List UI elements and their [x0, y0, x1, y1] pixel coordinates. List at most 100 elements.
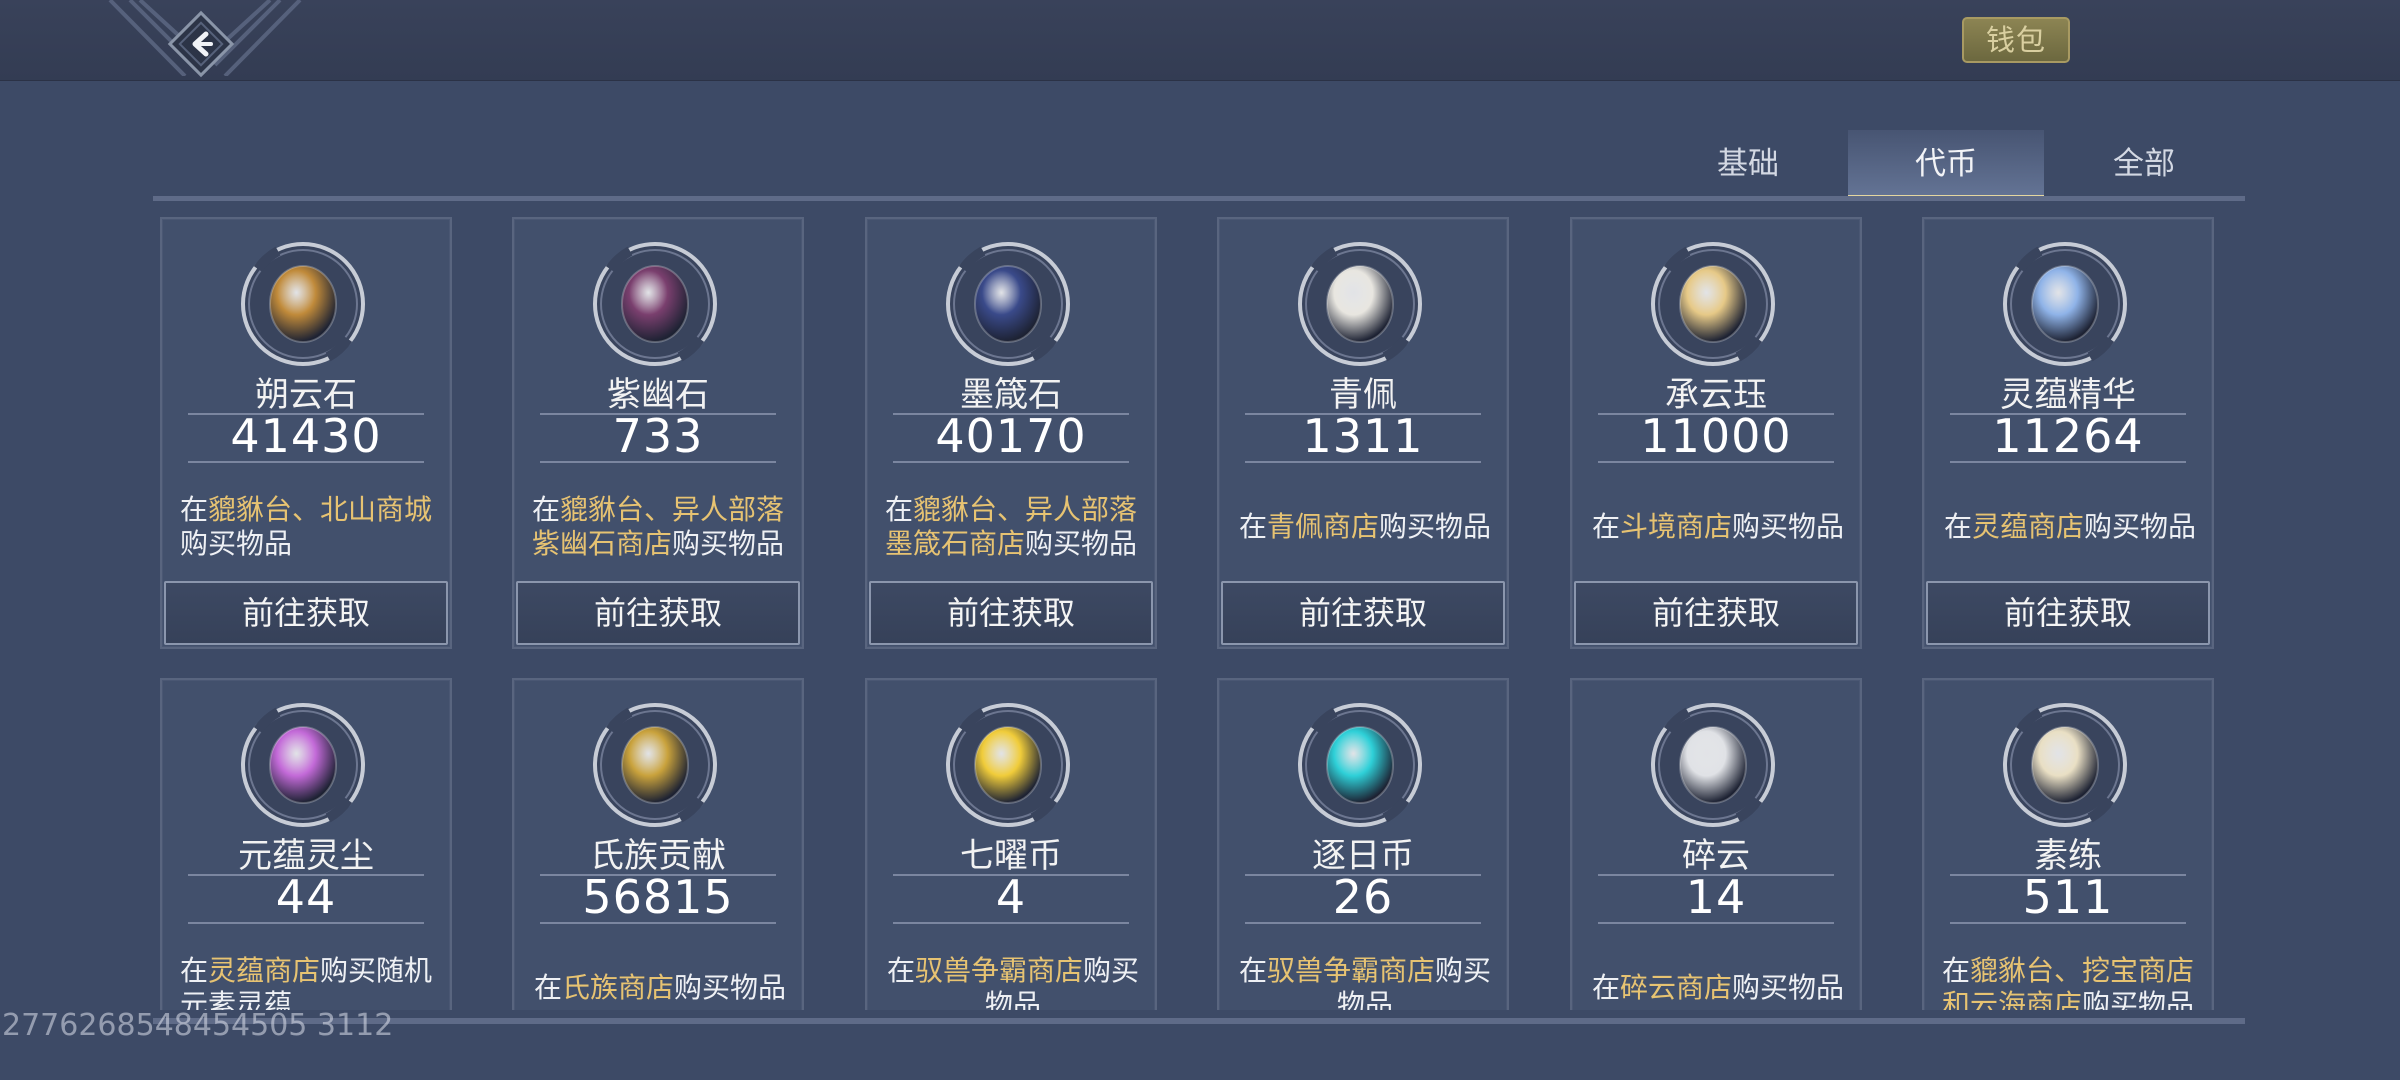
currency-description: 在驭兽争霸商店购买物品	[885, 942, 1141, 1010]
qiyao-coin-icon	[943, 700, 1073, 830]
description-segment: 在	[1591, 971, 1620, 1004]
currency-card: 青佩 1311 在青佩商店购买物品 前往获取	[1217, 217, 1509, 649]
spirit-essence-icon	[2000, 239, 2130, 369]
divider	[188, 461, 424, 463]
currency-description: 在氏族商店购买物品	[532, 942, 788, 1010]
description-text: 在驭兽争霸商店购买物品	[1237, 954, 1493, 1010]
currency-count: 733	[612, 409, 704, 463]
bottom-divider	[153, 1018, 2245, 1024]
description-segment: 购买物品	[2084, 510, 2197, 543]
currency-count: 14	[1685, 870, 1747, 924]
currency-description: 在貔貅台、异人部落紫幽石商店购买物品	[532, 481, 788, 573]
currency-card: 碎云14在碎云商店购买物品前往获取	[1570, 678, 1862, 1010]
cloud-fragment-icon	[1648, 700, 1778, 830]
shop-link-text: 驭兽争霸商店	[1266, 954, 1435, 987]
obtain-button[interactable]: 前往获取	[1574, 581, 1858, 645]
description-text: 在貔貅台、异人部落墨箴石商店购买物品	[885, 493, 1141, 561]
currency-description: 在貔貅台、北山商城购买物品	[180, 481, 436, 573]
spirit-dust-icon	[238, 700, 368, 830]
chengyun-jade-icon	[1648, 239, 1778, 369]
shop-link-text: 貔貅台、北山商城	[208, 493, 433, 526]
description-segment: 在	[1942, 954, 1971, 987]
obtain-button[interactable]: 前往获取	[1221, 581, 1505, 645]
shop-link-text: 氏族商店	[561, 971, 674, 1004]
divider	[893, 461, 1129, 463]
clan-contribution-icon	[590, 700, 720, 830]
currency-count: 40170	[935, 409, 1087, 463]
shuoyun-stone-icon	[238, 239, 368, 369]
obtain-button[interactable]: 前往获取	[869, 581, 1153, 645]
currency-count: 26	[1332, 870, 1394, 924]
description-segment: 购买物品	[180, 527, 293, 560]
currency-card: 素练511在貔貅台、挖宝商店和云海商店购买物品前往获取	[1922, 678, 2214, 1010]
shop-link-text: 驭兽争霸商店	[914, 954, 1083, 987]
currency-card: 元蕴灵尘44在灵蕴商店购买随机元素灵蕴前往获取	[160, 678, 452, 1010]
divider	[1950, 922, 2186, 924]
divider	[540, 461, 776, 463]
divider	[188, 922, 424, 924]
currency-count: 41430	[230, 409, 382, 463]
description-text: 在灵蕴商店购买随机元素灵蕴	[180, 954, 436, 1010]
currency-description: 在青佩商店购买物品	[1237, 481, 1493, 573]
divider	[540, 922, 776, 924]
currency-description: 在驭兽争霸商店购买物品	[1237, 942, 1493, 1010]
obtain-button[interactable]: 前往获取	[164, 581, 448, 645]
description-text: 在貔貅台、挖宝商店和云海商店购买物品	[1942, 954, 2198, 1010]
description-segment: 在	[886, 954, 915, 987]
description-segment: 在	[533, 971, 562, 1004]
zhuri-coin-icon	[1295, 700, 1425, 830]
description-text: 在斗境商店购买物品	[1592, 510, 1844, 544]
currency-card: 逐日币26在驭兽争霸商店购买物品前往获取	[1217, 678, 1509, 1010]
description-segment: 在	[1238, 510, 1267, 543]
currency-grid: 朔云石 41430 在貔貅台、北山商城购买物品 前往获取 紫幽石 733 在貔貅台、异人部落…	[0, 0, 2400, 1010]
currency-card: 紫幽石 733 在貔貅台、异人部落紫幽石商店购买物品 前往获取	[512, 217, 804, 649]
currency-description: 在灵蕴商店购买物品	[1942, 481, 2198, 573]
currency-card: 灵蕴精华 11264 在灵蕴商店购买物品 前往获取	[1922, 217, 2214, 649]
description-text: 在碎云商店购买物品	[1592, 971, 1844, 1005]
currency-count: 1311	[1302, 409, 1424, 463]
currency-description: 在碎云商店购买物品	[1590, 942, 1846, 1010]
currency-count: 44	[275, 870, 337, 924]
mozhen-stone-icon	[943, 239, 1073, 369]
currency-description: 在灵蕴商店购买随机元素灵蕴	[180, 942, 436, 1010]
currency-card: 承云珏 11000 在斗境商店购买物品 前往获取	[1570, 217, 1862, 649]
currency-count: 4	[995, 870, 1027, 924]
shop-link-text: 斗境商店	[1619, 510, 1732, 543]
description-text: 在氏族商店购买物品	[534, 971, 786, 1005]
ziyou-stone-icon	[590, 239, 720, 369]
jade-pendant-icon	[1295, 239, 1425, 369]
currency-description: 在斗境商店购买物品	[1590, 481, 1846, 573]
divider	[893, 922, 1129, 924]
obtain-button[interactable]: 前往获取	[516, 581, 800, 645]
currency-card: 墨箴石 40170 在貔貅台、异人部落墨箴石商店购买物品 前往获取	[865, 217, 1157, 649]
silk-scroll-icon	[2000, 700, 2130, 830]
obtain-button[interactable]: 前往获取	[1926, 581, 2210, 645]
player-uid: 2776268548454505 3112	[2, 1008, 394, 1043]
description-segment: 购买物品	[1025, 527, 1138, 560]
shop-link-text: 灵蕴商店	[208, 954, 321, 987]
currency-count: 11264	[1992, 409, 2144, 463]
description-segment: 在	[1943, 510, 1972, 543]
description-text: 在青佩商店购买物品	[1239, 510, 1491, 544]
currency-count: 511	[2022, 870, 2114, 924]
divider	[1245, 461, 1481, 463]
description-segment: 在	[1591, 510, 1620, 543]
divider	[1245, 922, 1481, 924]
description-segment: 购买物品	[1379, 510, 1492, 543]
description-segment: 在	[180, 493, 209, 526]
divider	[1598, 461, 1834, 463]
description-segment: 购买物品	[2082, 988, 2195, 1010]
currency-card: 氏族贡献56815在氏族商店购买物品前往获取	[512, 678, 804, 1010]
description-segment: 购买物品	[1732, 971, 1845, 1004]
currency-count: 11000	[1640, 409, 1792, 463]
shop-link-text: 青佩商店	[1266, 510, 1379, 543]
currency-card: 朔云石 41430 在貔貅台、北山商城购买物品 前往获取	[160, 217, 452, 649]
currency-description: 在貔貅台、异人部落墨箴石商店购买物品	[885, 481, 1141, 573]
description-segment: 在	[1238, 954, 1267, 987]
description-text: 在貔貅台、异人部落紫幽石商店购买物品	[532, 493, 788, 561]
currency-count: 56815	[582, 870, 734, 924]
description-segment: 购买物品	[674, 971, 787, 1004]
shop-link-text: 灵蕴商店	[1971, 510, 2084, 543]
description-segment: 购买物品	[1732, 510, 1845, 543]
divider	[1950, 461, 2186, 463]
